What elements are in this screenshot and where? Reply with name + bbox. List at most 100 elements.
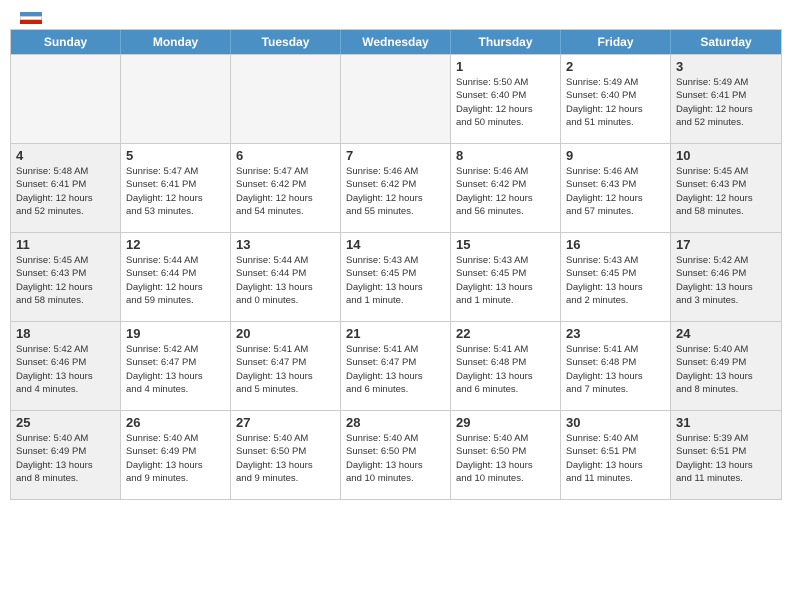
day-number: 11 [16,237,115,252]
logo-flag [20,12,42,24]
calendar: SundayMondayTuesdayWednesdayThursdayFrid… [10,29,782,500]
day-number: 5 [126,148,225,163]
day-number: 14 [346,237,445,252]
calendar-cell: 27 Sunrise: 5:40 AM Sunset: 6:50 PM Dayli… [231,411,341,499]
day-number: 22 [456,326,555,341]
day-info: Sunrise: 5:49 AM Sunset: 6:41 PM Dayligh… [676,76,776,129]
calendar-cell: 21 Sunrise: 5:41 AM Sunset: 6:47 PM Dayli… [341,322,451,410]
calendar-cell: 23 Sunrise: 5:41 AM Sunset: 6:48 PM Dayli… [561,322,671,410]
calendar-cell: 17 Sunrise: 5:42 AM Sunset: 6:46 PM Dayli… [671,233,781,321]
calendar-cell: 5 Sunrise: 5:47 AM Sunset: 6:41 PM Daylig… [121,144,231,232]
day-info: Sunrise: 5:42 AM Sunset: 6:46 PM Dayligh… [16,343,115,396]
calendar-cell [231,55,341,143]
calendar-cell: 1Sunrise: 5:50 AM Sunset: 6:40 PM Daylig… [451,55,561,143]
calendar-header: SundayMondayTuesdayWednesdayThursdayFrid… [11,30,781,54]
calendar-cell: 15 Sunrise: 5:43 AM Sunset: 6:45 PM Dayli… [451,233,561,321]
calendar-cell [341,55,451,143]
calendar-cell: 29 Sunrise: 5:40 AM Sunset: 6:50 PM Dayli… [451,411,561,499]
day-info: Sunrise: 5:42 AM Sunset: 6:47 PM Dayligh… [126,343,225,396]
day-info: Sunrise: 5:46 AM Sunset: 6:42 PM Dayligh… [456,165,555,218]
day-number: 30 [566,415,665,430]
calendar-row: 25Sunrise: 5:40 AM Sunset: 6:49 PM Dayli… [11,410,781,499]
calendar-cell: 28 Sunrise: 5:40 AM Sunset: 6:50 PM Dayli… [341,411,451,499]
calendar-cell: 3 Sunrise: 5:49 AM Sunset: 6:41 PM Daylig… [671,55,781,143]
day-info: Sunrise: 5:40 AM Sunset: 6:51 PM Dayligh… [566,432,665,485]
calendar-cell: 22 Sunrise: 5:41 AM Sunset: 6:48 PM Dayli… [451,322,561,410]
day-number: 7 [346,148,445,163]
calendar-cell: 9Sunrise: 5:46 AM Sunset: 6:43 PM Daylig… [561,144,671,232]
calendar-header-cell: Monday [121,30,231,54]
logo [20,10,46,24]
calendar-header-cell: Wednesday [341,30,451,54]
calendar-cell: 18 Sunrise: 5:42 AM Sunset: 6:46 PM Dayli… [11,322,121,410]
page-header [0,0,792,29]
day-number: 9 [566,148,665,163]
calendar-row: 4 Sunrise: 5:48 AM Sunset: 6:41 PM Daylig… [11,143,781,232]
calendar-cell: 10Sunrise: 5:45 AM Sunset: 6:43 PM Dayli… [671,144,781,232]
day-info: Sunrise: 5:45 AM Sunset: 6:43 PM Dayligh… [16,254,115,307]
day-number: 24 [676,326,776,341]
day-info: Sunrise: 5:46 AM Sunset: 6:42 PM Dayligh… [346,165,445,218]
day-number: 2 [566,59,665,74]
day-info: Sunrise: 5:44 AM Sunset: 6:44 PM Dayligh… [236,254,335,307]
calendar-cell: 2 Sunrise: 5:49 AM Sunset: 6:40 PM Daylig… [561,55,671,143]
calendar-cell: 25Sunrise: 5:40 AM Sunset: 6:49 PM Dayli… [11,411,121,499]
day-number: 25 [16,415,115,430]
day-number: 28 [346,415,445,430]
day-number: 15 [456,237,555,252]
calendar-cell: 12Sunrise: 5:44 AM Sunset: 6:44 PM Dayli… [121,233,231,321]
calendar-header-cell: Thursday [451,30,561,54]
calendar-cell: 14 Sunrise: 5:43 AM Sunset: 6:45 PM Dayli… [341,233,451,321]
calendar-cell: 8 Sunrise: 5:46 AM Sunset: 6:42 PM Daylig… [451,144,561,232]
calendar-cell [121,55,231,143]
day-info: Sunrise: 5:43 AM Sunset: 6:45 PM Dayligh… [456,254,555,307]
calendar-cell: 24 Sunrise: 5:40 AM Sunset: 6:49 PM Dayli… [671,322,781,410]
day-number: 8 [456,148,555,163]
calendar-row: 18 Sunrise: 5:42 AM Sunset: 6:46 PM Dayli… [11,321,781,410]
day-info: Sunrise: 5:41 AM Sunset: 6:48 PM Dayligh… [566,343,665,396]
day-number: 1 [456,59,555,74]
day-number: 3 [676,59,776,74]
day-info: Sunrise: 5:42 AM Sunset: 6:46 PM Dayligh… [676,254,776,307]
day-info: Sunrise: 5:41 AM Sunset: 6:47 PM Dayligh… [346,343,445,396]
calendar-cell: 7 Sunrise: 5:46 AM Sunset: 6:42 PM Daylig… [341,144,451,232]
day-info: Sunrise: 5:43 AM Sunset: 6:45 PM Dayligh… [346,254,445,307]
day-number: 17 [676,237,776,252]
calendar-header-cell: Saturday [671,30,781,54]
day-number: 16 [566,237,665,252]
day-number: 10 [676,148,776,163]
day-info: Sunrise: 5:40 AM Sunset: 6:50 PM Dayligh… [236,432,335,485]
day-number: 21 [346,326,445,341]
day-info: Sunrise: 5:49 AM Sunset: 6:40 PM Dayligh… [566,76,665,129]
calendar-cell: 16Sunrise: 5:43 AM Sunset: 6:45 PM Dayli… [561,233,671,321]
day-number: 27 [236,415,335,430]
calendar-body: 1Sunrise: 5:50 AM Sunset: 6:40 PM Daylig… [11,54,781,499]
day-info: Sunrise: 5:40 AM Sunset: 6:50 PM Dayligh… [456,432,555,485]
calendar-header-cell: Tuesday [231,30,341,54]
day-info: Sunrise: 5:41 AM Sunset: 6:48 PM Dayligh… [456,343,555,396]
day-number: 26 [126,415,225,430]
calendar-cell: 11 Sunrise: 5:45 AM Sunset: 6:43 PM Dayli… [11,233,121,321]
day-info: Sunrise: 5:40 AM Sunset: 6:50 PM Dayligh… [346,432,445,485]
calendar-cell: 31Sunrise: 5:39 AM Sunset: 6:51 PM Dayli… [671,411,781,499]
calendar-row: 11 Sunrise: 5:45 AM Sunset: 6:43 PM Dayli… [11,232,781,321]
day-number: 31 [676,415,776,430]
day-info: Sunrise: 5:48 AM Sunset: 6:41 PM Dayligh… [16,165,115,218]
calendar-cell: 26Sunrise: 5:40 AM Sunset: 6:49 PM Dayli… [121,411,231,499]
calendar-cell [11,55,121,143]
day-number: 4 [16,148,115,163]
day-number: 23 [566,326,665,341]
day-info: Sunrise: 5:47 AM Sunset: 6:41 PM Dayligh… [126,165,225,218]
day-info: Sunrise: 5:40 AM Sunset: 6:49 PM Dayligh… [676,343,776,396]
day-info: Sunrise: 5:41 AM Sunset: 6:47 PM Dayligh… [236,343,335,396]
day-number: 13 [236,237,335,252]
calendar-cell: 13 Sunrise: 5:44 AM Sunset: 6:44 PM Dayli… [231,233,341,321]
calendar-cell: 19Sunrise: 5:42 AM Sunset: 6:47 PM Dayli… [121,322,231,410]
day-number: 18 [16,326,115,341]
day-info: Sunrise: 5:47 AM Sunset: 6:42 PM Dayligh… [236,165,335,218]
calendar-cell: 6Sunrise: 5:47 AM Sunset: 6:42 PM Daylig… [231,144,341,232]
calendar-header-cell: Sunday [11,30,121,54]
calendar-header-cell: Friday [561,30,671,54]
day-info: Sunrise: 5:44 AM Sunset: 6:44 PM Dayligh… [126,254,225,307]
day-number: 29 [456,415,555,430]
